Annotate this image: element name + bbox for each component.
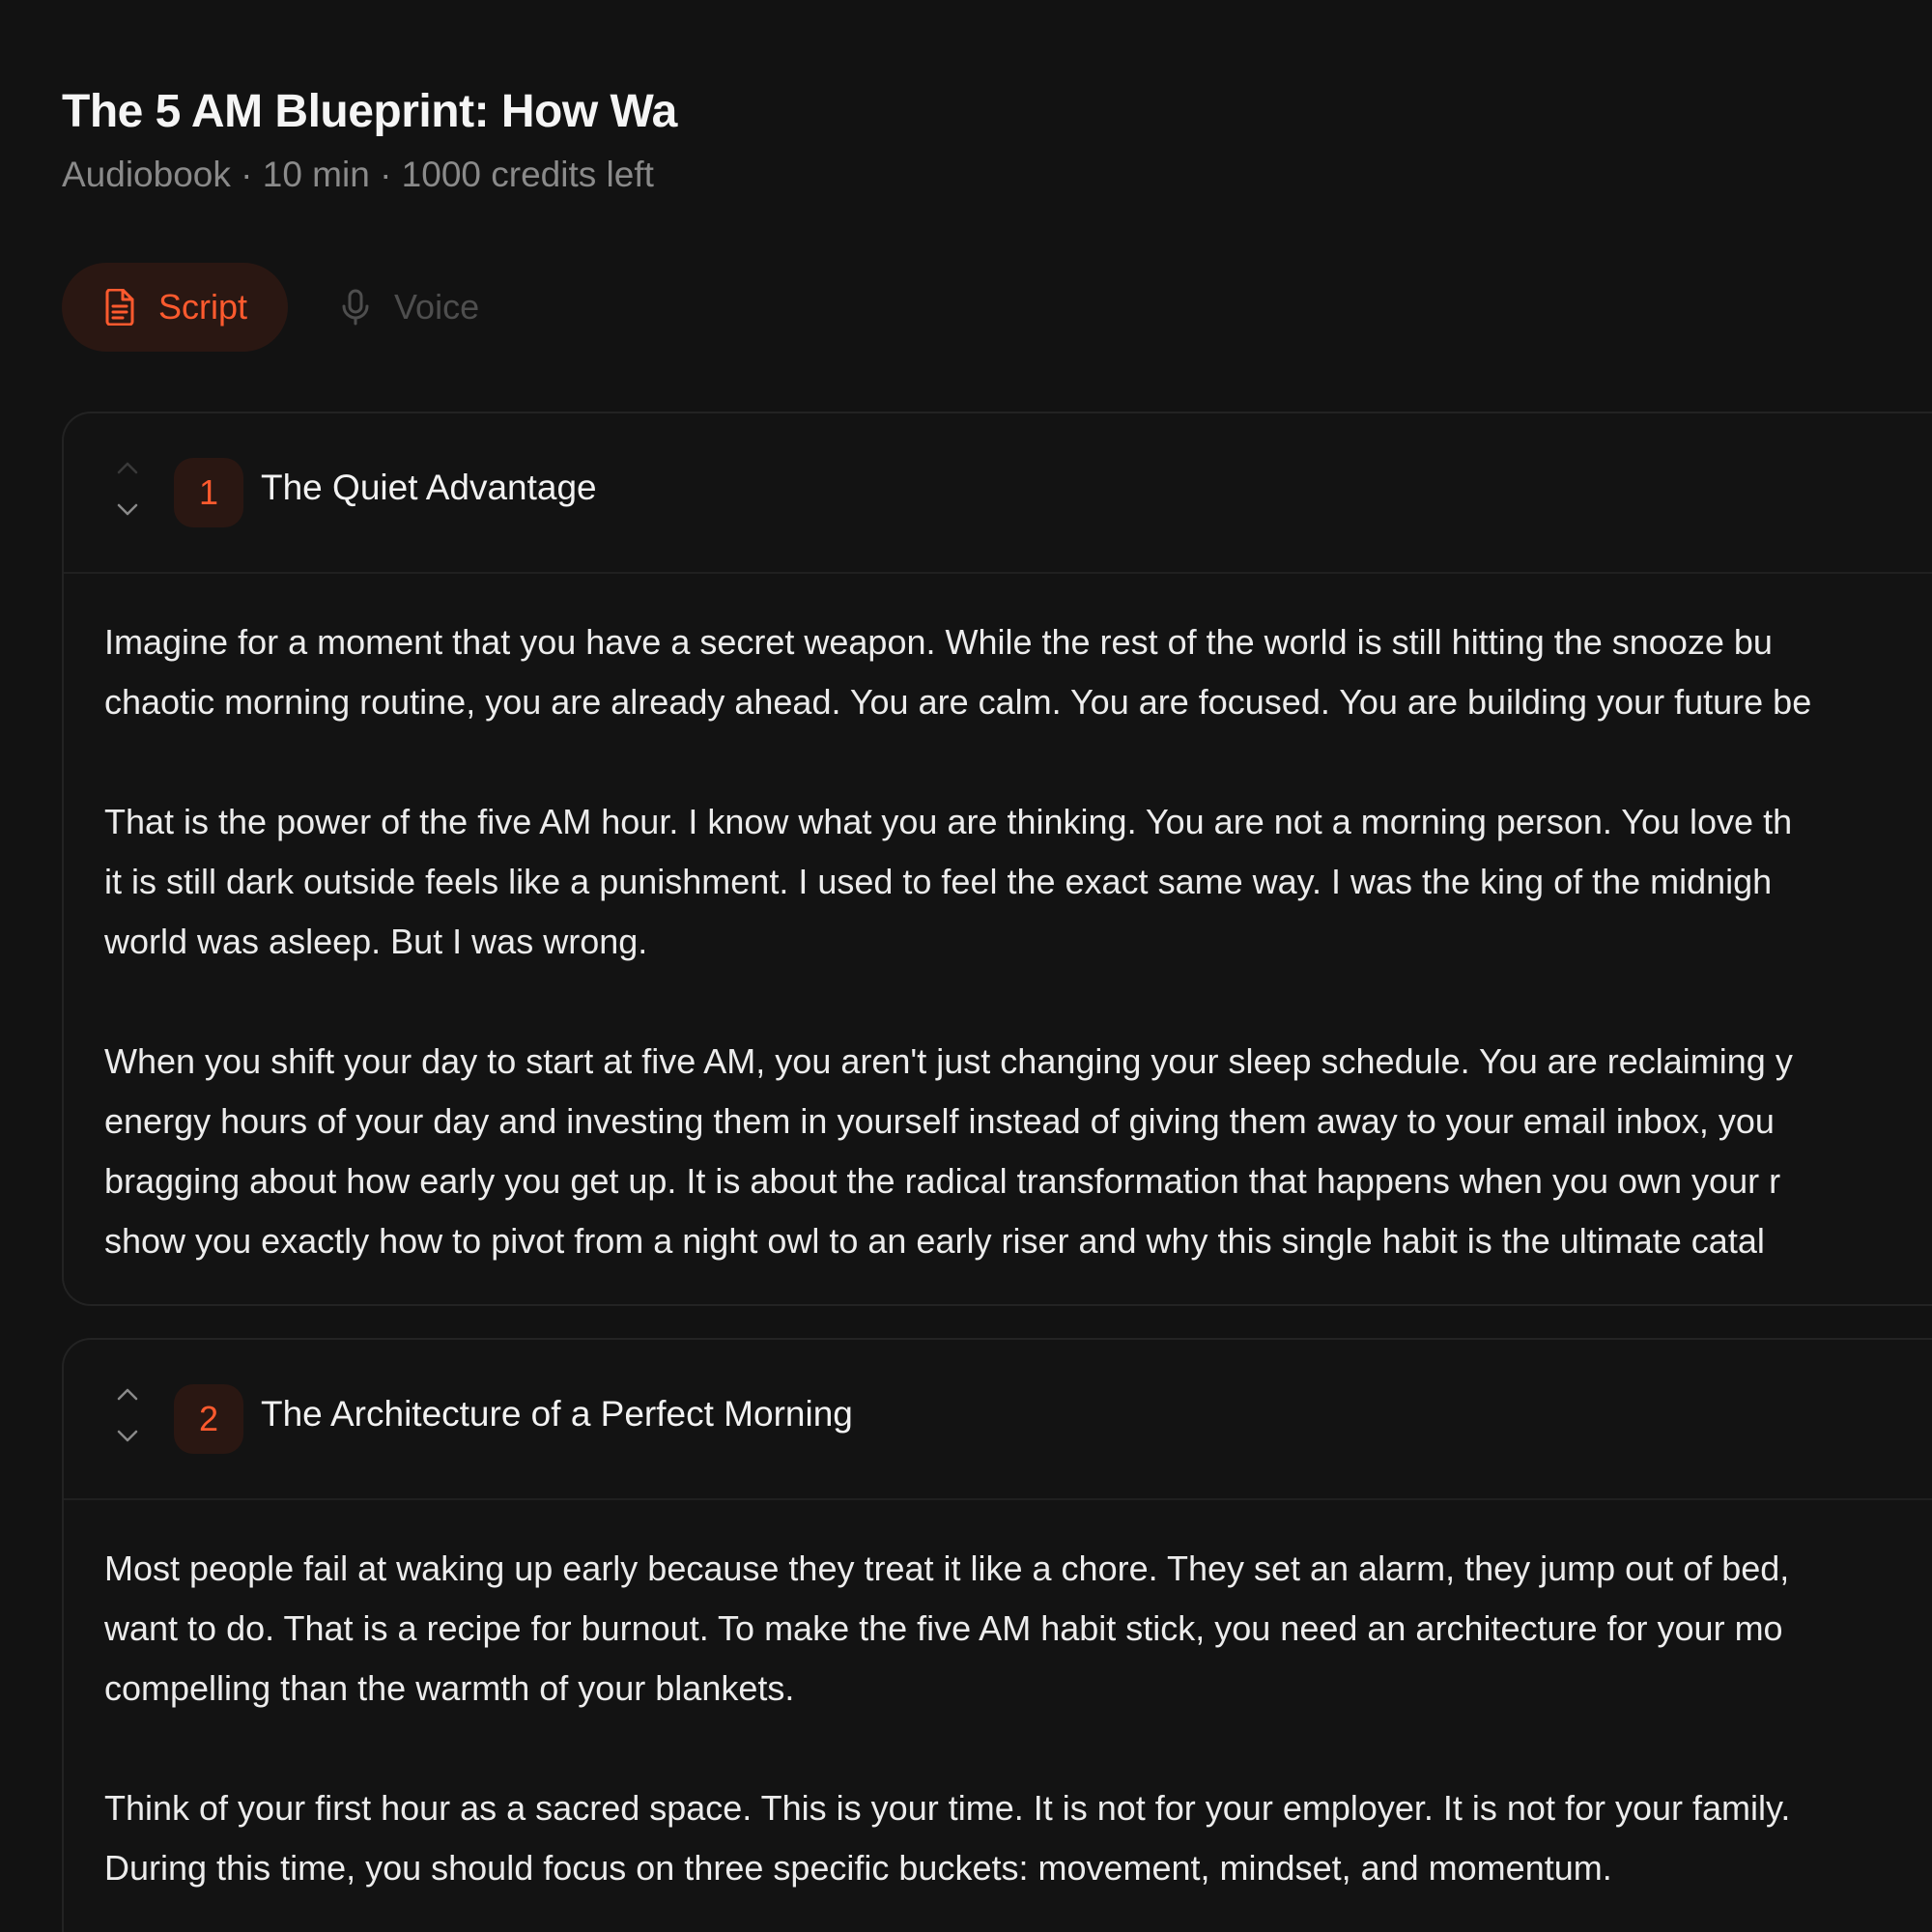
section-title[interactable]: The Architecture of a Perfect Morning bbox=[261, 1394, 853, 1435]
reorder-controls bbox=[112, 456, 143, 533]
section-header: 2 The Architecture of a Perfect Morning bbox=[64, 1340, 1932, 1500]
chevron-down-icon bbox=[117, 503, 138, 516]
script-line: compelling than the warmth of your blank… bbox=[104, 1668, 795, 1708]
script-line: chaotic morning routine, you are already… bbox=[104, 682, 1812, 722]
tab-script[interactable]: Script bbox=[62, 263, 289, 352]
script-line: show you exactly how to pivot from a nig… bbox=[104, 1221, 1765, 1261]
reorder-controls bbox=[112, 1382, 143, 1460]
section-card: 1 The Quiet Advantage Imagine for a mome… bbox=[62, 412, 1932, 1306]
section-header: 1 The Quiet Advantage bbox=[64, 413, 1932, 574]
script-line: Think of your first hour as a sacred spa… bbox=[104, 1788, 1791, 1828]
move-down-button[interactable] bbox=[112, 498, 143, 522]
move-up-button[interactable] bbox=[112, 456, 143, 479]
tab-voice-label: Voice bbox=[394, 287, 480, 327]
script-line: Most people fail at waking up early beca… bbox=[104, 1548, 1790, 1588]
microphone-icon bbox=[336, 288, 375, 327]
script-paragraph: That is the power of the five AM hour. I… bbox=[104, 792, 1932, 972]
document-icon bbox=[100, 288, 139, 327]
section-number-badge: 2 bbox=[174, 1384, 243, 1454]
script-editor-page: The 5 AM Blueprint: How Wa Audiobook · 1… bbox=[0, 0, 1932, 1932]
script-line: world was asleep. But I was wrong. bbox=[104, 922, 648, 961]
page-title: The 5 AM Blueprint: How Wa bbox=[62, 86, 677, 137]
chevron-up-icon bbox=[117, 462, 138, 474]
script-line: energy hours of your day and investing t… bbox=[104, 1101, 1775, 1141]
script-line: it is still dark outside feels like a pu… bbox=[104, 862, 1773, 901]
script-line: When you shift your day to start at five… bbox=[104, 1041, 1793, 1081]
tab-voice[interactable]: Voice bbox=[336, 263, 479, 352]
move-down-button[interactable] bbox=[112, 1425, 143, 1448]
script-line: bragging about how early you get up. It … bbox=[104, 1161, 1781, 1201]
move-up-button[interactable] bbox=[112, 1382, 143, 1406]
page-subtitle: Audiobook · 10 min · 1000 credits left bbox=[62, 155, 654, 194]
script-paragraph: Think of your first hour as a sacred spa… bbox=[104, 1778, 1932, 1898]
script-line: Imagine for a moment that you have a sec… bbox=[104, 622, 1773, 662]
script-paragraph: Most people fail at waking up early beca… bbox=[104, 1539, 1932, 1719]
section-number-badge: 1 bbox=[174, 458, 243, 527]
chevron-down-icon bbox=[117, 1430, 138, 1442]
tab-script-label: Script bbox=[158, 287, 248, 327]
chevron-up-icon bbox=[117, 1388, 138, 1401]
section-card: 2 The Architecture of a Perfect Morning … bbox=[62, 1338, 1932, 1932]
section-script-text[interactable]: Most people fail at waking up early beca… bbox=[64, 1500, 1932, 1898]
section-title[interactable]: The Quiet Advantage bbox=[261, 468, 597, 508]
section-script-text[interactable]: Imagine for a moment that you have a sec… bbox=[64, 574, 1932, 1271]
script-paragraph: Imagine for a moment that you have a sec… bbox=[104, 612, 1932, 732]
tab-bar: Script Voice bbox=[62, 263, 479, 352]
script-line: want to do. That is a recipe for burnout… bbox=[104, 1608, 1783, 1648]
script-paragraph: When you shift your day to start at five… bbox=[104, 1032, 1932, 1271]
script-line: That is the power of the five AM hour. I… bbox=[104, 802, 1793, 841]
script-line: During this time, you should focus on th… bbox=[104, 1848, 1612, 1888]
